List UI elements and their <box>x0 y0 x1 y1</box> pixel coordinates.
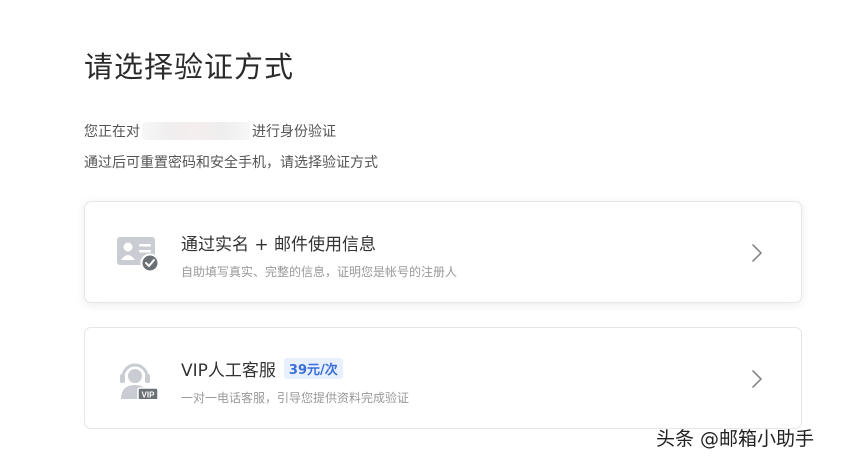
id-card-check-icon <box>115 233 161 273</box>
chevron-right-icon <box>751 243 763 263</box>
option-subtitle: 自助填写真实、完整的信息，证明您是帐号的注册人 <box>181 265 458 279</box>
option-vip-service[interactable]: VIP VIP人工客服 39元/次 一对一电话客服，引导您提供资料完成验证 <box>84 327 802 429</box>
option-realname-email[interactable]: 通过实名 + 邮件使用信息 自助填写真实、完整的信息，证明您是帐号的注册人 <box>84 201 802 303</box>
chevron-right-icon <box>751 369 763 389</box>
desc-suffix: 进行身份验证 <box>252 124 336 140</box>
option-title-text: VIP人工客服 <box>181 361 276 381</box>
verification-target-line: 您正在对 进行身份验证 <box>84 121 336 141</box>
option-subtitle: 一对一电话客服，引导您提供资料完成验证 <box>181 391 410 405</box>
verification-page: 请选择验证方式 您正在对 进行身份验证 通过后可重置密码和安全手机，请选择验证方式… <box>0 0 851 461</box>
reset-description: 通过后可重置密码和安全手机，请选择验证方式 <box>84 155 378 171</box>
vip-agent-icon: VIP <box>115 359 161 401</box>
svg-text:VIP: VIP <box>142 391 156 400</box>
desc-prefix: 您正在对 <box>84 124 140 140</box>
blurred-account-name <box>142 122 250 140</box>
option-title: VIP人工客服 39元/次 <box>181 356 343 381</box>
watermark: 头条 @邮箱小助手 <box>656 428 815 450</box>
page-title: 请选择验证方式 <box>84 50 295 84</box>
option-title: 通过实名 + 邮件使用信息 <box>181 235 377 255</box>
price-badge: 39元/次 <box>283 358 343 379</box>
